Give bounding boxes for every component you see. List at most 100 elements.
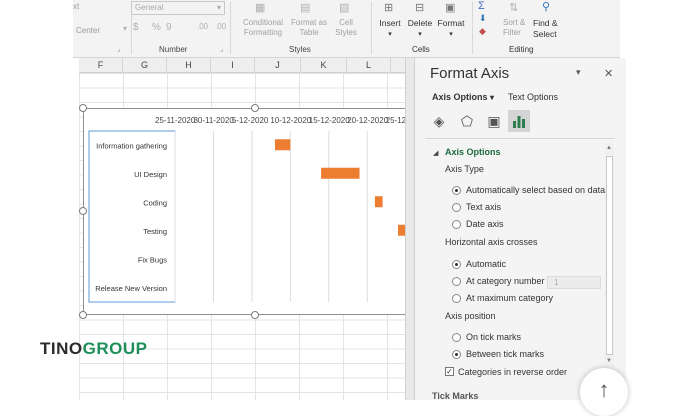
conditional-formatting-button[interactable]: Conditional Formatting — [240, 18, 286, 38]
number-format-value: General — [135, 3, 164, 12]
radio-dot — [452, 350, 461, 359]
fill-icon[interactable]: ⬇ — [479, 13, 487, 24]
format-button[interactable]: Format ▾ — [435, 18, 467, 40]
pane-title: Format Axis — [430, 65, 510, 82]
styles-group-label: Styles — [289, 45, 311, 54]
bar-chart-glyph — [513, 116, 525, 128]
column-header[interactable]: G — [123, 58, 167, 73]
section-axis-options[interactable]: Axis Options — [445, 147, 501, 157]
gantt-bar[interactable] — [374, 196, 383, 208]
decrease-decimal-icon[interactable]: .00 — [215, 22, 226, 31]
insert-button[interactable]: Insert ▾ — [375, 18, 405, 40]
radio-label: Automatic — [466, 259, 507, 269]
close-icon[interactable]: ✕ — [604, 67, 613, 80]
chevron-down-icon[interactable]: ▾ — [123, 24, 127, 33]
format-as-table-button[interactable]: Format as Table — [289, 18, 329, 38]
radio-dot — [452, 186, 461, 195]
column-header[interactable]: J — [255, 58, 301, 73]
cell-styles-line1: Cell — [339, 18, 353, 27]
gantt-chart[interactable]: 25-11-2020 30-11-2020 5-12-2020 10-12-2020 1… — [83, 108, 407, 315]
currency-format-icon[interactable]: $ — [133, 22, 139, 33]
chevron-down-icon: ▾ — [216, 3, 221, 12]
pane-splitter[interactable] — [405, 58, 414, 400]
resize-handle[interactable] — [251, 311, 259, 319]
ribbon-separator — [371, 2, 372, 54]
conditional-formatting-line2: Formatting — [243, 28, 283, 37]
pane-scrollbar[interactable]: ▲ ▼ — [605, 144, 614, 367]
radio-dot — [452, 294, 461, 303]
effects-pentagon-icon[interactable]: ⬠ — [456, 110, 478, 132]
category-number-field[interactable]: 1 — [547, 276, 601, 289]
resize-handle[interactable] — [251, 104, 259, 112]
clear-eraser-icon[interactable]: ◆ — [479, 26, 486, 37]
delete-label: Delete — [407, 18, 433, 28]
autosum-icon[interactable]: Σ — [478, 0, 485, 12]
chevron-down-icon: ▾ — [490, 93, 495, 102]
radio-label: Between tick marks — [466, 349, 545, 359]
horizontal-axis-crosses-label: Horizontal axis crosses — [445, 237, 538, 247]
insert-label: Insert — [379, 18, 401, 28]
alignment-launcher-icon[interactable]: ⌟ — [117, 45, 120, 53]
radio-dot — [452, 220, 461, 229]
comma-style-icon[interactable]: 9 — [166, 22, 172, 33]
resize-handle[interactable] — [79, 104, 87, 112]
find-select-button[interactable]: Find & Select — [533, 18, 558, 40]
column-headers: F G H I J K L — [79, 58, 406, 73]
find-select-line1: Find & — [533, 18, 558, 28]
column-header[interactable]: L — [347, 58, 391, 73]
tab-text-options[interactable]: Text Options — [508, 92, 558, 102]
column-header[interactable]: I — [211, 58, 255, 73]
radio-dot — [452, 260, 461, 269]
increase-decimal-icon[interactable]: .00 — [197, 22, 208, 31]
size-properties-icon[interactable]: ▣ — [483, 110, 505, 132]
find-select-line2: Select — [533, 29, 557, 39]
radio-dot — [452, 333, 461, 342]
fill-line-icon[interactable]: ◈ — [428, 110, 450, 132]
merge-center-button[interactable]: Center — [76, 26, 100, 36]
conditional-formatting-line1: Conditional — [242, 18, 284, 27]
ribbon-separator — [472, 2, 473, 54]
gantt-bar[interactable] — [321, 167, 360, 179]
category-label: Information gathering — [96, 141, 167, 150]
column-header[interactable]: F — [79, 58, 123, 73]
axis-options-chart-icon[interactable] — [508, 110, 530, 132]
column-header[interactable]: K — [301, 58, 347, 73]
scroll-to-top-icon[interactable]: ↑ — [580, 368, 628, 416]
x-tick-label: 10-12-2020 — [270, 116, 311, 125]
format-as-table-icon: ▤ — [300, 2, 311, 14]
sort-filter-line2: Filter — [503, 28, 521, 37]
format-cells-icon: ▣ — [445, 2, 456, 14]
reverse-order-checkbox[interactable]: ✓ — [445, 367, 454, 376]
gantt-bar[interactable] — [274, 139, 291, 151]
radio-dot — [452, 203, 461, 212]
tab-axis-options-label: Axis Options — [432, 92, 488, 102]
chevron-down-icon: ▾ — [449, 31, 453, 38]
pane-divider — [425, 138, 615, 139]
resize-handle[interactable] — [79, 311, 87, 319]
delete-button[interactable]: Delete ▾ — [405, 18, 435, 40]
chevron-down-icon: ▾ — [418, 31, 422, 38]
number-launcher-icon[interactable]: ⌟ — [220, 45, 223, 53]
cell-styles-line2: Styles — [335, 28, 357, 37]
tab-axis-options[interactable]: Axis Options ▾ — [432, 92, 494, 102]
column-header[interactable]: H — [167, 58, 211, 73]
scrollbar-thumb[interactable] — [606, 156, 613, 355]
cell-styles-button[interactable]: Cell Styles — [329, 18, 363, 38]
ribbon: xt Center ▾ ⌟ General ▾ $ % 9 .00 .00 Nu… — [73, 0, 620, 58]
axis-type-label: Axis Type — [445, 164, 484, 174]
scroll-up-arrow-icon[interactable]: ▲ — [606, 145, 612, 151]
x-tick-label: 5-12-2020 — [232, 116, 269, 125]
x-tick-label: 25-12-2020 — [386, 116, 407, 125]
collapse-triangle-icon[interactable]: ◢ — [433, 149, 438, 157]
category-label: Testing — [143, 227, 167, 236]
resize-handle[interactable] — [79, 207, 87, 215]
number-format-select[interactable]: General ▾ — [131, 1, 225, 15]
percent-style-icon[interactable]: % — [152, 22, 161, 33]
scroll-down-arrow-icon[interactable]: ▼ — [606, 358, 612, 364]
sort-filter-button[interactable]: Sort & Filter — [503, 18, 525, 38]
pane-options-chevron-icon[interactable]: ▾ — [576, 67, 581, 78]
sort-filter-line1: Sort & — [503, 18, 526, 27]
format-label: Format — [437, 18, 465, 28]
ribbon-separator — [230, 2, 231, 54]
category-axis-selection[interactable] — [88, 130, 176, 303]
